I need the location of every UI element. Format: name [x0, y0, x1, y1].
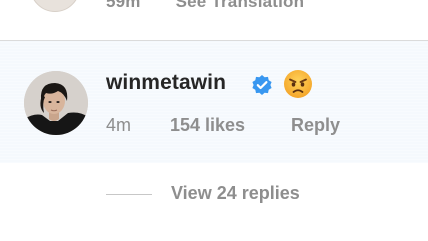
avatar[interactable] — [24, 71, 88, 135]
previous-comment-time: 59m — [106, 0, 141, 11]
reply-button[interactable]: Reply — [291, 115, 340, 136]
verified-badge-icon — [251, 74, 273, 96]
comment-row: winmetawin 4m 154 likes Reply — [0, 41, 428, 163]
view-replies-row[interactable]: View 24 replies — [0, 163, 428, 241]
see-translation-link[interactable]: See Translation — [176, 0, 305, 11]
comment-username[interactable]: winmetawin — [106, 71, 226, 95]
previous-comment-meta: 59m See Translation — [106, 0, 334, 12]
view-replies-button[interactable]: View 24 replies — [171, 183, 300, 204]
likes-count-button[interactable]: 154 likes — [170, 115, 245, 136]
replies-divider-line — [106, 194, 152, 195]
previous-comment: 59m See Translation — [0, 0, 428, 41]
comment-time: 4m — [106, 115, 132, 135]
previous-comment-avatar[interactable] — [30, 0, 80, 12]
angry-face-emoji-icon — [283, 69, 313, 99]
